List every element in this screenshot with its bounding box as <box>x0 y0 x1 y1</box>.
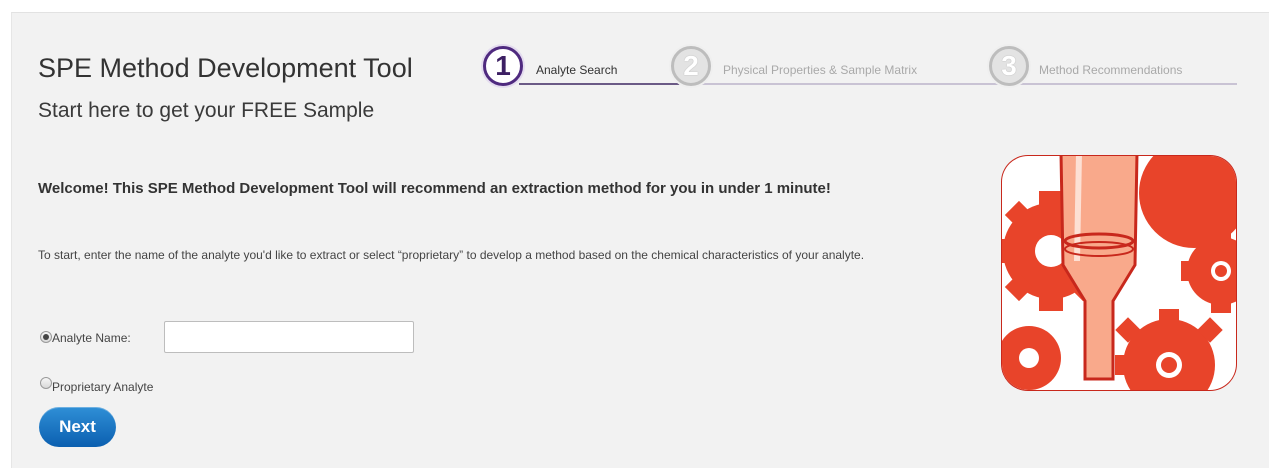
page-subtitle: Start here to get your FREE Sample <box>38 99 375 122</box>
proprietary-analyte-radio[interactable] <box>40 377 52 389</box>
analyte-name-input[interactable] <box>164 321 414 353</box>
step-3-badge: 3 <box>989 46 1029 86</box>
analyte-name-radio[interactable] <box>40 331 52 343</box>
spe-cartridge-gears-icon <box>1001 155 1237 391</box>
instructions-text: To start, enter the name of the analyte … <box>38 248 865 262</box>
proprietary-analyte-label: Proprietary Analyte <box>52 380 154 394</box>
step-1-label: Analyte Search <box>536 63 618 77</box>
page-title: SPE Method Development Tool <box>38 53 413 83</box>
tool-panel: SPE Method Development Tool Start here t… <box>11 12 1269 468</box>
analyte-name-label: Analyte Name: <box>52 331 131 345</box>
next-button[interactable]: Next <box>39 407 116 447</box>
step-2-label: Physical Properties & Sample Matrix <box>723 63 918 77</box>
step-3-label: Method Recommendations <box>1039 63 1183 77</box>
step-2-badge: 2 <box>671 46 711 86</box>
welcome-heading: Welcome! This SPE Method Development Too… <box>38 180 831 197</box>
steps-track-active <box>519 83 679 85</box>
step-1-badge: 1 <box>483 46 523 86</box>
